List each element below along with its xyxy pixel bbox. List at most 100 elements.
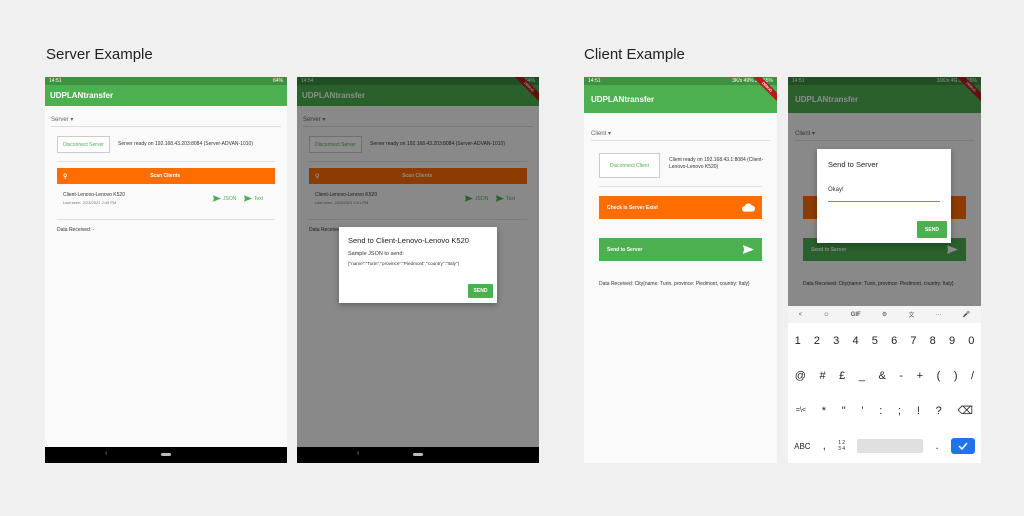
mode-dropdown[interactable]: Client ▾ <box>591 130 611 137</box>
status-time: 14:51 <box>49 78 62 84</box>
send-icon <box>743 245 754 254</box>
client-last-seen: Last seen: 2/23/2021 2:49 PM <box>63 200 117 205</box>
key[interactable]: _ <box>859 370 865 382</box>
sticker-icon[interactable]: ☺ <box>823 312 829 318</box>
key[interactable]: # <box>819 370 825 382</box>
key[interactable]: - <box>899 370 903 382</box>
keyboard-back-icon[interactable]: < <box>799 312 803 318</box>
key[interactable]: + <box>917 370 923 382</box>
disconnect-client-button[interactable]: Disconnect Client <box>599 153 660 178</box>
key[interactable]: ' <box>861 404 863 417</box>
send-json-button[interactable]: JSON <box>213 195 236 202</box>
divider <box>57 161 275 162</box>
scan-clients-label: Scan Clients <box>150 173 181 179</box>
key[interactable]: & <box>879 370 886 382</box>
dialog-body-line: Sample JSON to send: <box>348 251 404 257</box>
key[interactable]: 5 <box>872 335 878 347</box>
key[interactable]: ? <box>936 404 942 417</box>
app-bar: UDPLANtransfer <box>584 85 777 113</box>
app-title: UDPLANtransfer <box>591 94 655 104</box>
key[interactable]: 1 <box>795 335 801 347</box>
send-icon <box>244 195 252 202</box>
send-button[interactable]: SEND <box>917 221 947 238</box>
client-phone-1: 14:51 3K/s 49% 3G 55% UDPLANtransfer DEB… <box>584 77 777 463</box>
key[interactable]: 9 <box>949 335 955 347</box>
home-icon[interactable] <box>413 453 423 456</box>
key[interactable]: £ <box>839 370 845 382</box>
send-to-server-label: Send to Server <box>607 246 643 253</box>
key[interactable]: ; <box>898 404 901 417</box>
soft-keyboard: < ☺ GIF ⚙ 文 ··· 🎤 1 2 3 4 5 6 7 8 9 0 @ … <box>788 306 981 463</box>
status-time: 14:51 <box>588 78 601 84</box>
more-icon[interactable]: ··· <box>936 312 942 318</box>
home-icon[interactable] <box>161 453 171 456</box>
client-name: Client-Lenovo-Lenovo K520 <box>63 192 125 198</box>
microphone-icon[interactable]: 🎤 <box>963 311 970 318</box>
gif-button[interactable]: GIF <box>851 312 861 318</box>
disconnect-server-button[interactable]: Disconnect Server <box>57 136 110 153</box>
send-dialog: Send to Server Okay! SEND <box>817 149 951 243</box>
back-icon[interactable]: ‹ <box>105 450 107 457</box>
dropdown-underline <box>51 126 281 127</box>
status-bar: 14:51 64% <box>45 77 287 85</box>
period-key[interactable]: . <box>936 440 939 452</box>
translate-icon[interactable]: 文 <box>908 310 914 319</box>
key[interactable]: 3 <box>833 335 839 347</box>
scan-clients-button[interactable]: ⚲ Scan Clients <box>57 168 275 184</box>
key[interactable]: 7 <box>910 335 916 347</box>
key[interactable]: * <box>822 404 826 417</box>
space-bar[interactable] <box>857 439 924 453</box>
dialog-body: Sample JSON to send: {"name":"Turin","pr… <box>348 250 493 268</box>
back-icon[interactable]: ‹ <box>357 450 359 457</box>
send-icon <box>213 195 221 202</box>
gear-icon[interactable]: ⚙ <box>882 311 887 318</box>
app-bar: UDPLANtransfer <box>45 85 287 106</box>
dropdown-underline <box>591 140 770 141</box>
key[interactable]: ) <box>954 370 958 382</box>
cloud-icon <box>742 203 755 212</box>
key[interactable]: " <box>842 404 846 417</box>
check-server-button[interactable]: Check is Server Exist <box>599 196 762 219</box>
server-phone-2: 14:54 64% UDPLANtransfer DEBUG Server ▾ … <box>297 77 539 463</box>
client-phone-2: 14:51 31K/s 4G 3G 55% UDPLANtransfer DEB… <box>788 77 981 463</box>
server-phone-1: 14:51 64% UDPLANtransfer Server ▾ Discon… <box>45 77 287 463</box>
status-bar: 14:51 3K/s 49% 3G 55% <box>584 77 777 85</box>
keyboard-row-4: ABC , 1 2 3 4 . <box>788 438 981 454</box>
keyboard-row-1: 1 2 3 4 5 6 7 8 9 0 <box>788 335 981 347</box>
key[interactable]: 8 <box>930 335 936 347</box>
keyboard-row-2: @ # £ _ & - + ( ) / <box>788 370 981 382</box>
key[interactable]: 4 <box>852 335 858 347</box>
key[interactable]: @ <box>795 370 806 382</box>
key[interactable]: ( <box>937 370 941 382</box>
numpad-key[interactable]: 1 2 3 4 <box>838 440 845 452</box>
nav-bar: ‹ <box>297 447 539 463</box>
message-input[interactable]: Okay! <box>828 187 844 193</box>
key[interactable]: / <box>971 370 974 382</box>
key[interactable]: ! <box>917 404 920 417</box>
server-example-title: Server Example <box>46 46 153 63</box>
backspace-icon[interactable]: ⌫ <box>957 404 973 417</box>
mode-dropdown-value: Client <box>591 131 607 137</box>
abc-key[interactable]: ABC <box>794 442 810 451</box>
key[interactable]: 0 <box>968 335 974 347</box>
key[interactable]: =\< <box>796 404 806 417</box>
send-button[interactable]: SEND <box>468 284 493 298</box>
key[interactable]: 2 <box>814 335 820 347</box>
mode-dropdown[interactable]: Server ▾ <box>51 116 73 123</box>
comma-key[interactable]: , <box>823 440 826 452</box>
key[interactable]: : <box>879 404 882 417</box>
keyboard-row-3: =\< * " ' : ; ! ? ⌫ <box>788 404 981 418</box>
divider <box>599 186 762 187</box>
caret-down-icon: ▾ <box>70 117 74 123</box>
status-indicators: 64% <box>272 78 283 84</box>
send-to-server-button[interactable]: Send to Server <box>599 238 762 261</box>
key[interactable]: 6 <box>891 335 897 347</box>
client-example-title: Client Example <box>584 46 685 63</box>
check-server-label: Check is Server Exist <box>607 204 658 211</box>
enter-key[interactable] <box>950 438 975 454</box>
server-info: Server ready on 192.168.43.203:8084 (Ser… <box>118 141 253 147</box>
send-text-button[interactable]: Text <box>244 195 263 202</box>
app-title: UDPLANtransfer <box>50 91 114 100</box>
caret-down-icon: ▾ <box>608 131 612 137</box>
client-info: Client ready on 192.168.43.1:8084 (Clien… <box>669 157 764 170</box>
